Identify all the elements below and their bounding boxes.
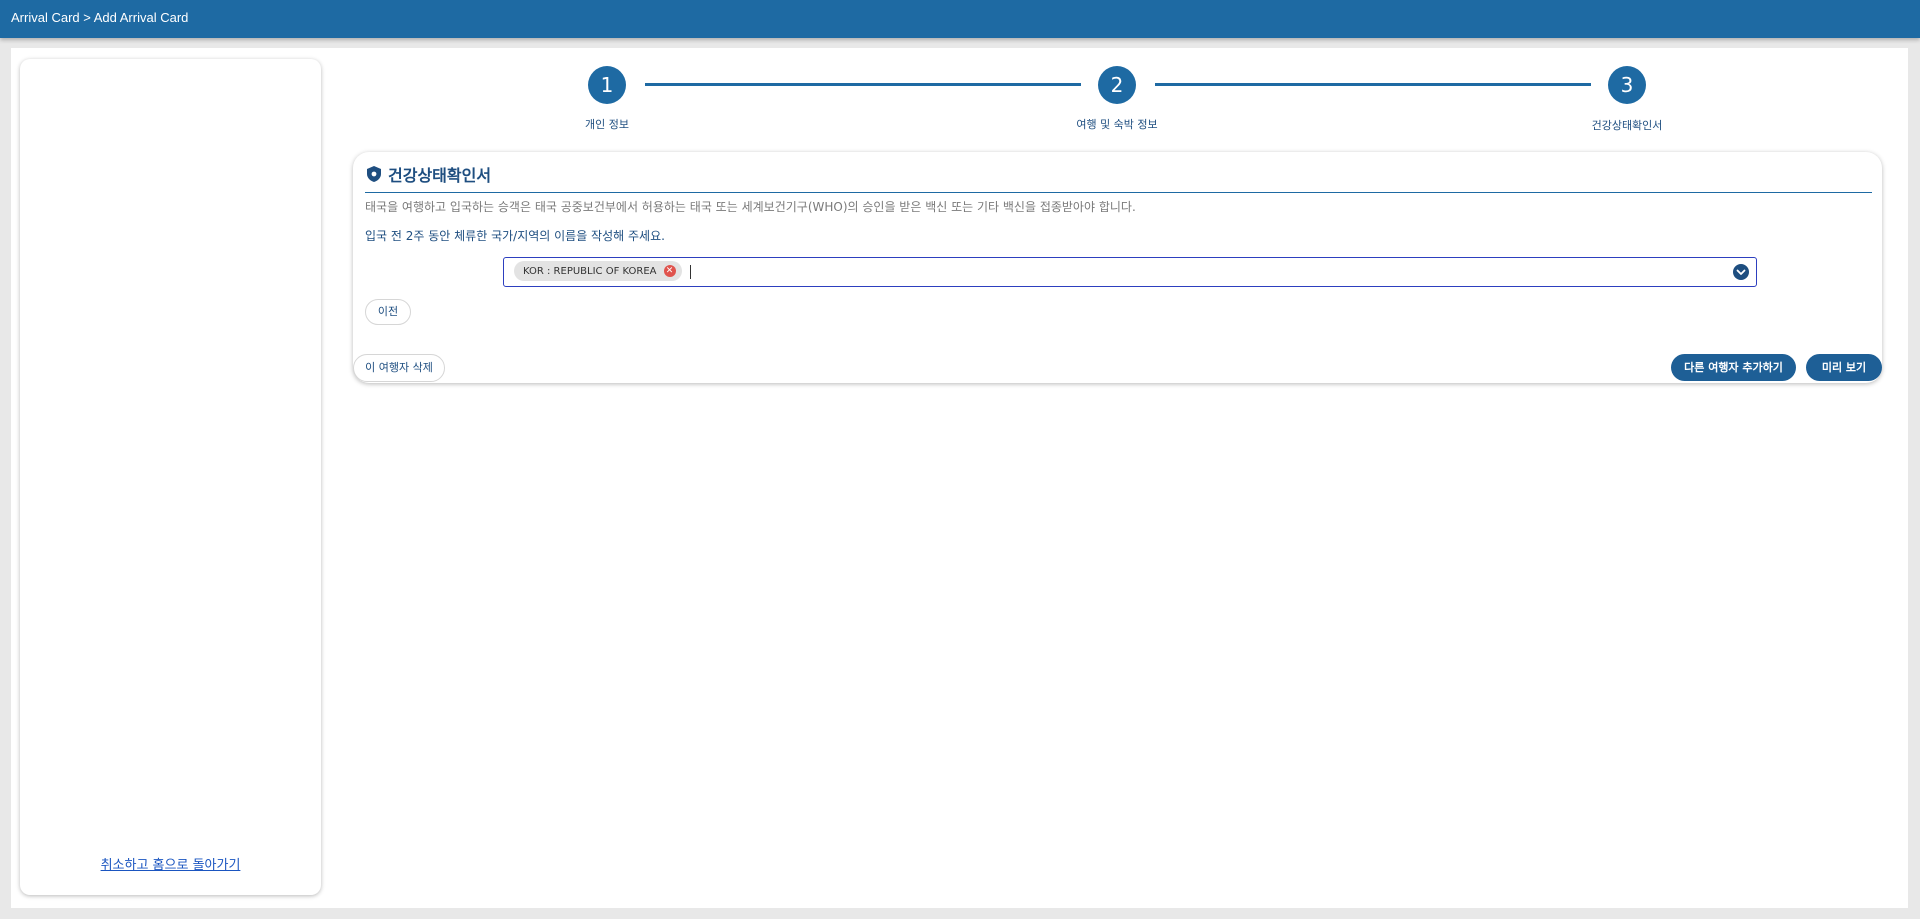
health-declaration-card: 건강상태확인서 태국을 여행하고 입국하는 승객은 태국 공중보건부에서 허용하…	[353, 152, 1882, 383]
cancel-home-link[interactable]: 취소하고 홈으로 돌아가기	[20, 854, 321, 873]
country-chip: KOR : REPUBLIC OF KOREA ✕	[514, 261, 682, 281]
sidebar: 취소하고 홈으로 돌아가기	[20, 59, 321, 895]
top-bar: Arrival Card > Add Arrival Card	[0, 0, 1920, 38]
add-traveler-button[interactable]: 다른 여행자 추가하기	[1671, 354, 1796, 381]
country-multiselect[interactable]: KOR : REPUBLIC OF KOREA ✕	[503, 257, 1757, 287]
card-title: 건강상태확인서	[388, 166, 492, 185]
country-chip-label: KOR : REPUBLIC OF KOREA	[523, 265, 657, 277]
breadcrumb: Arrival Card > Add Arrival Card	[11, 10, 189, 25]
step-label: 여행 및 숙박 정보	[1076, 118, 1158, 131]
shield-icon	[367, 166, 381, 182]
title-divider	[365, 192, 1872, 193]
step-1: 1 개인 정보	[507, 66, 707, 132]
step-label: 건강상태확인서	[1591, 119, 1663, 132]
text-cursor	[690, 265, 691, 279]
remove-chip-icon[interactable]: ✕	[663, 265, 676, 277]
step-3: 3 건강상태확인서	[1527, 66, 1727, 133]
page-container: 취소하고 홈으로 돌아가기 1 개인 정보 2 여행 및 숙박 정보 3 건강상…	[11, 48, 1908, 908]
step-number: 2	[1098, 66, 1136, 104]
step-number: 1	[588, 66, 626, 104]
stepper-line-1-2	[645, 83, 1081, 86]
stepper-line-2-3	[1155, 83, 1591, 86]
delete-traveler-button[interactable]: 이 여행자 삭제	[353, 354, 445, 382]
previous-button[interactable]: 이전	[365, 299, 411, 325]
step-number: 3	[1608, 66, 1646, 104]
vaccine-description: 태국을 여행하고 입국하는 승객은 태국 공중보건부에서 허용하는 태국 또는 …	[365, 200, 1136, 214]
chevron-down-icon[interactable]	[1733, 264, 1749, 280]
preview-button[interactable]: 미리 보기	[1806, 354, 1882, 381]
step-2: 2 여행 및 숙박 정보	[1017, 66, 1217, 132]
step-label: 개인 정보	[585, 118, 629, 131]
card-title-row: 건강상태확인서	[367, 162, 491, 186]
country-instruction: 입국 전 2주 동안 체류한 국가/지역의 이름을 작성해 주세요.	[365, 229, 665, 243]
